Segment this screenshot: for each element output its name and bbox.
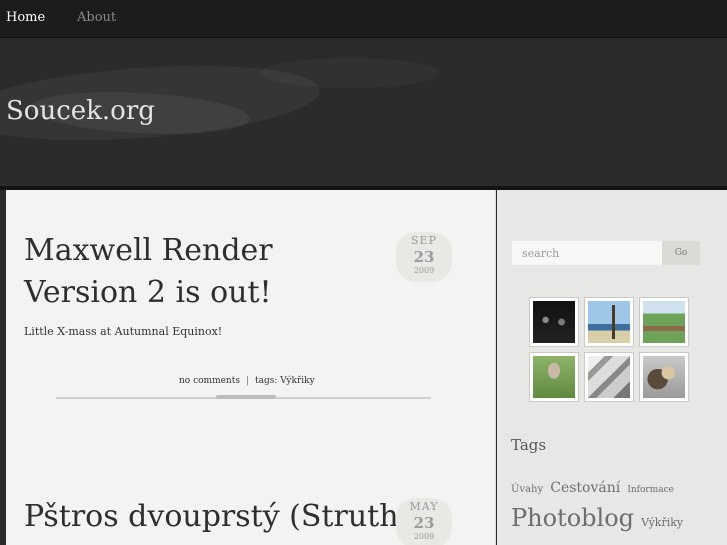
palm-beach-photo [588,301,630,343]
nav-home-link[interactable]: Home [6,10,45,25]
photo-thumbnail-rock[interactable] [584,352,634,402]
nav-about-link[interactable]: About [77,10,116,25]
tag-link[interactable]: Úvahy [511,484,543,495]
post-date-day: 23 [413,514,435,532]
photo-thumbnail-ostrich[interactable] [529,352,579,402]
meta-separator: | [245,376,250,386]
photo-thumbnail-fence[interactable] [639,297,689,347]
post-excerpt: Little X-mass at Autumnal Equinox! [24,325,223,338]
photo-thumbnail-palm[interactable] [584,297,634,347]
brush-decoration [260,58,440,88]
post-date-badge: MAY 23 2009 [396,498,452,545]
tag-cloud: Úvahy Cestování Informace Photoblog Výkř… [511,473,711,537]
photo-thumbnail-eagle[interactable] [639,352,689,402]
tag-link[interactable]: Informace [627,485,674,495]
post-divider-ornament [216,395,276,399]
post-meta: no comments | tags: Výkřiky [179,376,315,386]
post-tag-link[interactable]: Výkřiky [280,376,314,386]
post-date-day: 23 [413,248,435,266]
post-date-year: 2009 [413,266,435,275]
site-title-link[interactable]: Soucek.org [6,96,155,126]
rock-photo [588,356,630,398]
top-nav: Home About [0,0,727,38]
post-date-year: 2009 [413,532,435,541]
eagle-photo [643,356,685,398]
ostrich-photo [533,356,575,398]
search-go-button[interactable]: Go [662,241,700,265]
tag-link[interactable]: Cestování [550,480,620,496]
post-date-month: SEP [411,234,437,247]
post-title-link[interactable]: Maxwell Render Version 2 is out! [24,230,394,314]
photo-thumbnail-concert[interactable] [529,297,579,347]
post-date-month: MAY [409,500,439,513]
post-tags-label: tags: [255,376,278,386]
tags-heading: Tags [511,436,547,454]
post-date-badge: SEP 23 2009 [396,232,452,282]
search-input[interactable] [512,241,662,265]
post-title-link[interactable]: Pštros dvouprstý (Struthio [24,496,426,538]
post-comments-link[interactable]: no comments [179,376,240,386]
tag-link[interactable]: Photoblog [511,504,634,532]
site-header: Soucek.org [0,38,727,188]
tag-link[interactable]: Výkřiky [641,516,683,529]
sidebar: Go Tags Úvahy Cestování Informace Photob… [497,190,727,545]
concert-photo [533,301,575,343]
fence-field-photo [643,301,685,343]
main-content: Maxwell Render Version 2 is out! SEP 23 … [6,190,496,545]
